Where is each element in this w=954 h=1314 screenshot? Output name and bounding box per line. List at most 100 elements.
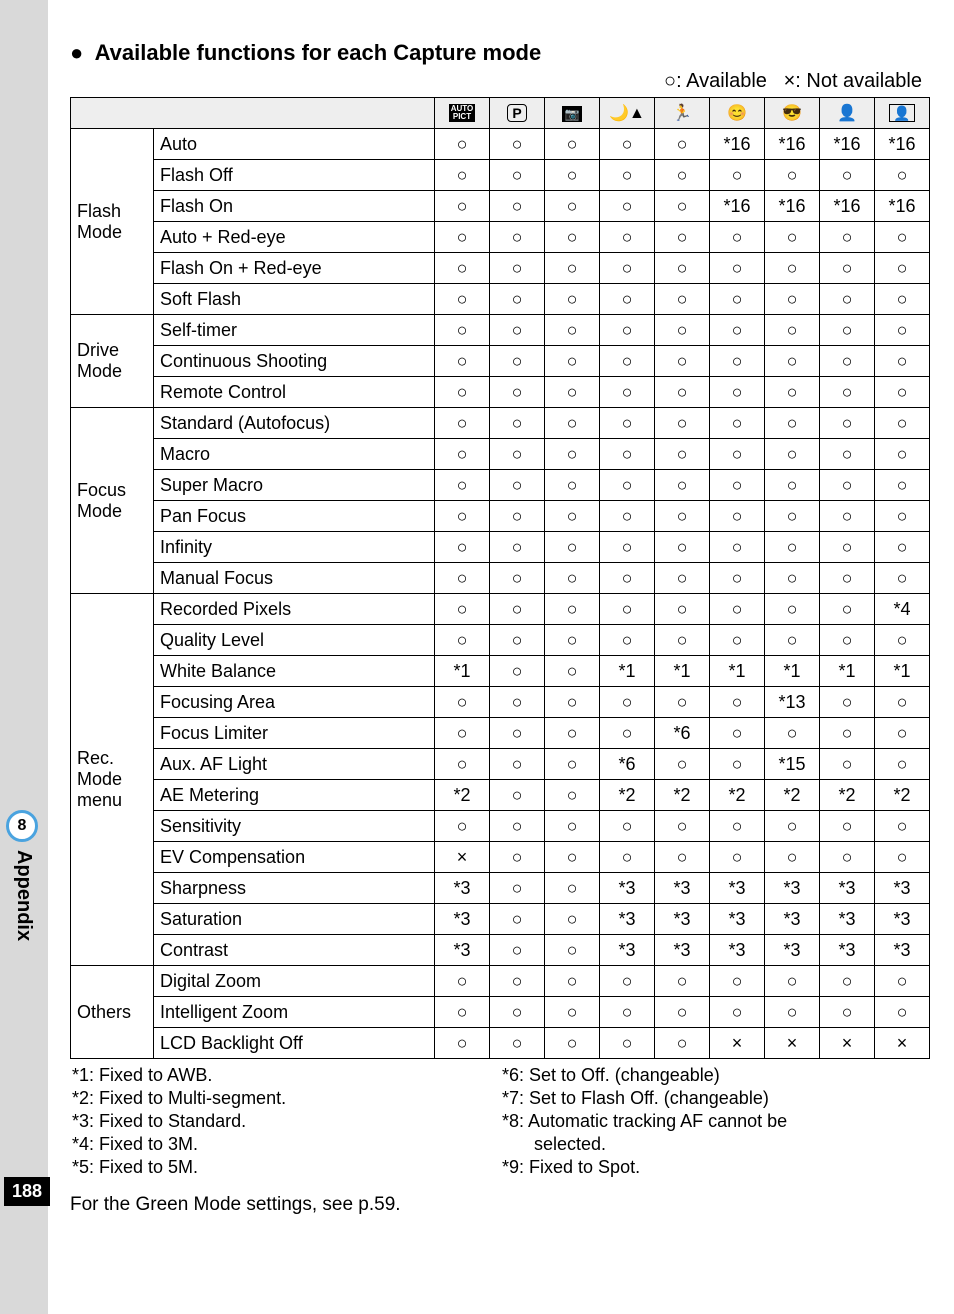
value-cell: ○ [655,563,710,594]
value-cell: ○ [490,377,545,408]
value-cell: ○ [710,439,765,470]
value-cell: *3 [875,873,930,904]
value-cell: ○ [710,718,765,749]
table-row: Quality Level○○○○○○○○○ [71,625,930,656]
value-cell: ○ [710,470,765,501]
value-cell: ○ [820,718,875,749]
value-cell: ○ [875,253,930,284]
table-row: Flash Off○○○○○○○○○ [71,160,930,191]
item-cell: Intelligent Zoom [154,997,435,1028]
footnote-item: *7: Set to Flash Off. (changeable) [500,1088,930,1111]
value-cell: × [820,1028,875,1059]
value-cell: ○ [490,997,545,1028]
value-cell: ○ [600,253,655,284]
value-cell: ○ [545,253,600,284]
value-cell: ○ [545,377,600,408]
value-cell: ○ [820,408,875,439]
value-cell: ○ [545,222,600,253]
value-cell: ○ [490,532,545,563]
value-cell: ○ [655,377,710,408]
value-cell: ○ [710,253,765,284]
value-cell: ○ [820,439,875,470]
value-cell: ○ [710,222,765,253]
value-cell: ○ [545,284,600,315]
value-cell: ○ [875,439,930,470]
value-cell: ○ [820,842,875,873]
value-cell: ○ [600,842,655,873]
value-cell: *3 [765,873,820,904]
value-cell: ○ [490,811,545,842]
value-cell: ○ [490,935,545,966]
value-cell: ○ [655,811,710,842]
item-cell: Flash On [154,191,435,222]
value-cell: *3 [710,935,765,966]
value-cell: ○ [655,532,710,563]
value-cell: ○ [765,377,820,408]
value-cell: ○ [655,749,710,780]
value-cell: ○ [435,439,490,470]
footnote-item: *9: Fixed to Spot. [500,1157,930,1180]
value-cell: ○ [490,625,545,656]
value-cell: ○ [600,687,655,718]
value-cell: ○ [710,625,765,656]
value-cell: *16 [765,191,820,222]
value-cell: × [875,1028,930,1059]
value-cell: ○ [875,842,930,873]
value-cell: ○ [435,377,490,408]
value-cell: ○ [600,594,655,625]
item-cell: Remote Control [154,377,435,408]
item-cell: LCD Backlight Off [154,1028,435,1059]
table-row: EV Compensation×○○○○○○○○ [71,842,930,873]
table-row: Continuous Shooting○○○○○○○○○ [71,346,930,377]
value-cell: ○ [490,780,545,811]
item-cell: Auto + Red-eye [154,222,435,253]
value-cell: *3 [600,904,655,935]
value-cell: *3 [655,873,710,904]
item-cell: Standard (Autofocus) [154,408,435,439]
section-heading: ● Available functions for each Capture m… [70,40,930,66]
footnote-item: *3: Fixed to Standard. [70,1111,500,1134]
value-cell: ○ [490,749,545,780]
value-cell: ○ [765,160,820,191]
value-cell: ○ [545,873,600,904]
value-cell: ○ [600,222,655,253]
value-cell: ○ [765,346,820,377]
value-cell: ○ [655,129,710,160]
table-row: Focusing Area○○○○○○*13○○ [71,687,930,718]
item-cell: Macro [154,439,435,470]
value-cell: ○ [600,408,655,439]
value-cell: ○ [875,408,930,439]
value-cell: ○ [655,625,710,656]
value-cell: ○ [875,501,930,532]
value-cell: *4 [875,594,930,625]
value-cell: ○ [435,811,490,842]
value-cell: *3 [655,935,710,966]
value-cell: ○ [765,718,820,749]
table-row: Rec. Mode menuRecorded Pixels○○○○○○○○*4 [71,594,930,625]
value-cell: ○ [600,377,655,408]
value-cell: ○ [875,811,930,842]
item-cell: Focusing Area [154,687,435,718]
value-cell: *6 [600,749,655,780]
value-cell: ○ [435,687,490,718]
value-cell: ○ [545,129,600,160]
value-cell: ○ [875,563,930,594]
item-cell: Focus Limiter [154,718,435,749]
value-cell: *1 [655,656,710,687]
value-cell: *2 [765,780,820,811]
page-number: 188 [4,1177,50,1206]
value-cell: *1 [710,656,765,687]
footnote-item: *6: Set to Off. (changeable) [500,1065,930,1088]
value-cell: ○ [820,966,875,997]
item-cell: White Balance [154,656,435,687]
table-row: Manual Focus○○○○○○○○○ [71,563,930,594]
value-cell: ○ [875,718,930,749]
item-cell: Soft Flash [154,284,435,315]
value-cell: ○ [435,594,490,625]
value-cell: ○ [820,997,875,1028]
footnote-item: selected. [500,1134,930,1157]
category-cell: Flash Mode [71,129,154,315]
value-cell: ○ [490,563,545,594]
value-cell: ○ [545,563,600,594]
value-cell: ○ [600,501,655,532]
